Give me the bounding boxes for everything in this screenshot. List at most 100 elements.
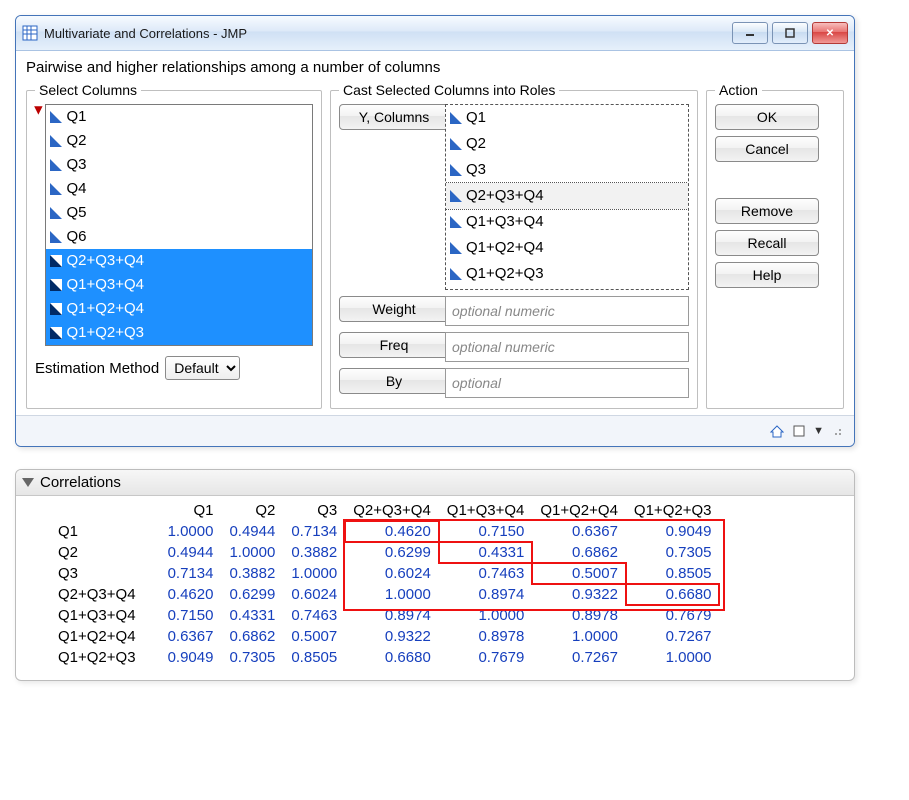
column-item[interactable]: Q2+Q3+Q4 xyxy=(46,249,312,273)
corr-cell: 0.8978 xyxy=(532,605,626,626)
role-item[interactable]: Q1+Q2+Q4 xyxy=(446,235,688,261)
column-toggle-icon[interactable]: ▶ xyxy=(33,106,46,114)
stop-icon[interactable] xyxy=(791,423,807,439)
select-columns-group: Select Columns ▶ Q1Q2Q3Q4Q5Q6Q2+Q3+Q4Q1+… xyxy=(26,82,322,409)
dialog-window: Multivariate and Correlations - JMP ✕ Pa… xyxy=(15,15,855,447)
column-item[interactable]: Q5 xyxy=(46,201,312,225)
column-item[interactable]: Q3 xyxy=(46,153,312,177)
action-group: Action OK Cancel Remove Recall Help xyxy=(706,82,844,409)
row-header: Q1 xyxy=(50,521,160,542)
close-button[interactable]: ✕ xyxy=(812,22,848,44)
corr-cell: 1.0000 xyxy=(160,521,222,542)
cancel-button[interactable]: Cancel xyxy=(715,136,819,162)
y-columns-list[interactable]: Q1Q2Q3Q2+Q3+Q4Q1+Q3+Q4Q1+Q2+Q4Q1+Q2+Q3 xyxy=(445,104,689,290)
corr-cell: 0.9049 xyxy=(626,521,720,542)
select-columns-list[interactable]: Q1Q2Q3Q4Q5Q6Q2+Q3+Q4Q1+Q3+Q4Q1+Q2+Q4Q1+Q… xyxy=(45,104,313,346)
table-row: Q11.00000.49440.71340.46200.71500.63670.… xyxy=(50,521,719,542)
column-item[interactable]: Q6 xyxy=(46,225,312,249)
corr-cell: 0.6862 xyxy=(221,626,283,647)
column-item[interactable]: Q1+Q2+Q4 xyxy=(46,297,312,321)
correlations-header[interactable]: Correlations xyxy=(16,470,854,496)
column-item[interactable]: Q1+Q3+Q4 xyxy=(46,273,312,297)
minimize-button[interactable] xyxy=(732,22,768,44)
y-columns-button[interactable]: Y, Columns xyxy=(339,104,449,130)
estimation-method-select[interactable]: Default xyxy=(165,356,240,380)
corr-cell: 0.9049 xyxy=(160,647,222,668)
column-item[interactable]: Q1+Q2+Q3 xyxy=(46,321,312,345)
corr-cell: 0.8974 xyxy=(439,584,533,605)
corr-cell: 1.0000 xyxy=(439,605,533,626)
recall-button[interactable]: Recall xyxy=(715,230,819,256)
corr-cell: 0.7463 xyxy=(439,563,533,584)
role-item[interactable]: Q2+Q3+Q4 xyxy=(446,183,688,209)
corr-cell: 0.4331 xyxy=(439,542,533,563)
action-legend: Action xyxy=(715,82,762,98)
corr-cell: 0.6367 xyxy=(532,521,626,542)
corr-cell: 0.5007 xyxy=(283,626,345,647)
corr-cell: 0.4331 xyxy=(221,605,283,626)
dialog-footer: ▼ xyxy=(16,415,854,446)
table-row: Q1+Q3+Q40.71500.43310.74630.89741.00000.… xyxy=(50,605,719,626)
corr-cell: 0.6299 xyxy=(221,584,283,605)
continuous-column-icon xyxy=(450,138,462,150)
continuous-column-icon xyxy=(450,112,462,124)
continuous-column-icon xyxy=(50,159,62,171)
table-row: Q1+Q2+Q30.90490.73050.85050.66800.76790.… xyxy=(50,647,719,668)
corr-cell: 0.3882 xyxy=(283,542,345,563)
titlebar[interactable]: Multivariate and Correlations - JMP ✕ xyxy=(16,16,854,51)
corr-cell: 0.7679 xyxy=(626,605,720,626)
weight-button[interactable]: Weight xyxy=(339,296,449,322)
corr-cell: 0.9322 xyxy=(345,626,439,647)
role-item[interactable]: Q3 xyxy=(446,157,688,183)
corr-cell: 0.7267 xyxy=(532,647,626,668)
corr-cell: 1.0000 xyxy=(532,626,626,647)
cast-roles-group: Cast Selected Columns into Roles Y, Colu… xyxy=(330,82,698,409)
col-header: Q3 xyxy=(283,500,345,521)
remove-button[interactable]: Remove xyxy=(715,198,819,224)
column-item[interactable]: Q1 xyxy=(46,105,312,129)
column-item[interactable]: Q2 xyxy=(46,129,312,153)
disclosure-triangle-icon[interactable] xyxy=(22,478,34,487)
continuous-column-icon xyxy=(50,111,62,123)
continuous-column-icon xyxy=(50,255,62,267)
column-item[interactable]: Q4 xyxy=(46,177,312,201)
home-icon[interactable] xyxy=(769,423,785,439)
help-button[interactable]: Help xyxy=(715,262,819,288)
col-header: Q1+Q3+Q4 xyxy=(439,500,533,521)
continuous-column-icon xyxy=(50,207,62,219)
by-field[interactable]: optional xyxy=(445,368,689,398)
corr-cell: 1.0000 xyxy=(221,542,283,563)
weight-field[interactable]: optional numeric xyxy=(445,296,689,326)
corr-cell: 1.0000 xyxy=(283,563,345,584)
table-row: Q30.71340.38821.00000.60240.74630.50070.… xyxy=(50,563,719,584)
role-item[interactable]: Q2 xyxy=(446,131,688,157)
role-item[interactable]: Q1 xyxy=(446,105,688,131)
freq-button[interactable]: Freq xyxy=(339,332,449,358)
corr-cell: 1.0000 xyxy=(345,584,439,605)
corr-cell: 0.7134 xyxy=(160,563,222,584)
ok-button[interactable]: OK xyxy=(715,104,819,130)
correlations-table: Q1Q2Q3Q2+Q3+Q4Q1+Q3+Q4Q1+Q2+Q4Q1+Q2+Q3Q1… xyxy=(50,500,719,668)
corr-cell: 0.3882 xyxy=(221,563,283,584)
continuous-column-icon xyxy=(450,216,462,228)
corr-cell: 0.4944 xyxy=(160,542,222,563)
role-item[interactable]: Q1+Q2+Q3 xyxy=(446,261,688,287)
resize-grip-icon[interactable] xyxy=(830,424,844,438)
continuous-column-icon xyxy=(50,279,62,291)
correlations-panel: Correlations Q1Q2Q3Q2+Q3+Q4Q1+Q3+Q4Q1+Q2… xyxy=(15,469,855,681)
row-header: Q1+Q2+Q4 xyxy=(50,626,160,647)
corr-cell: 0.7305 xyxy=(626,542,720,563)
corr-cell: 0.7679 xyxy=(439,647,533,668)
row-header: Q1+Q2+Q3 xyxy=(50,647,160,668)
continuous-column-icon xyxy=(450,164,462,176)
by-button[interactable]: By xyxy=(339,368,449,394)
continuous-column-icon xyxy=(450,242,462,254)
corr-cell: 0.6024 xyxy=(345,563,439,584)
role-item[interactable]: Q1+Q3+Q4 xyxy=(446,209,688,235)
footer-menu-icon[interactable]: ▼ xyxy=(813,425,824,437)
freq-field[interactable]: optional numeric xyxy=(445,332,689,362)
corr-cell: 0.8974 xyxy=(345,605,439,626)
cast-roles-legend: Cast Selected Columns into Roles xyxy=(339,82,559,98)
corr-cell: 0.7267 xyxy=(626,626,720,647)
maximize-button[interactable] xyxy=(772,22,808,44)
